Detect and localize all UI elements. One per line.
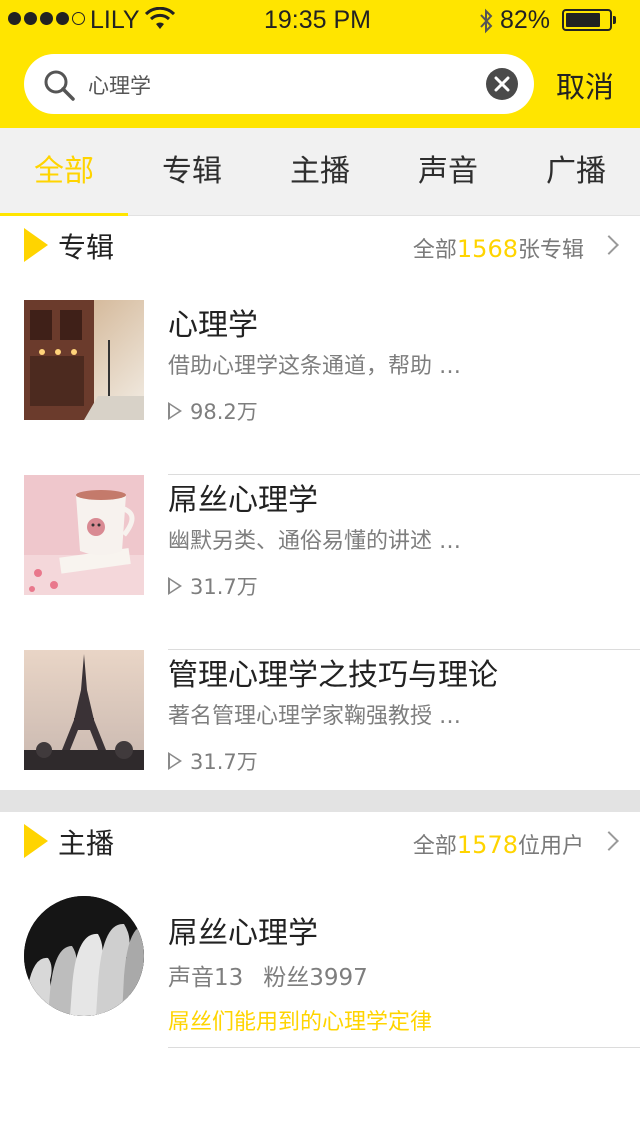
play-icon — [168, 402, 182, 420]
albums-see-all-link[interactable]: 全部1568张专辑 — [413, 232, 584, 264]
section-flag-icon — [24, 824, 48, 858]
anchor-sound-count: 声音13 — [168, 965, 244, 991]
section-separator — [0, 790, 640, 812]
cancel-button[interactable]: 取消 — [556, 64, 614, 106]
search-input[interactable]: 心理学 — [24, 54, 534, 114]
status-bar: LILY 19:35 PM 82% — [0, 0, 640, 40]
section-flag-icon — [24, 228, 48, 262]
album-title: 管理心理学之技巧与理论 — [168, 658, 498, 693]
album-play-count: 31.7万 — [168, 571, 258, 601]
status-time: 19:35 PM — [264, 6, 372, 34]
tab-radio[interactable]: 广播 — [512, 128, 640, 216]
tab-all[interactable]: 全部 — [0, 128, 128, 216]
section-title: 专辑 — [58, 231, 115, 264]
album-list-item[interactable]: 管理心理学之技巧与理论 著名管理心理学家鞠强教授 … 31.7万 — [0, 650, 640, 790]
battery-percent: 82% — [500, 6, 551, 34]
album-play-count: 98.2万 — [168, 396, 258, 426]
anchor-stats: 声音13 粉丝3997 — [168, 958, 368, 992]
chevron-right-icon[interactable] — [599, 831, 619, 851]
album-description: 著名管理心理学家鞠强教授 … — [168, 704, 461, 729]
section-title: 主播 — [58, 827, 115, 860]
anchor-avatar — [24, 896, 144, 1016]
album-title: 屌丝心理学 — [168, 483, 318, 518]
anchor-fan-count: 粉丝3997 — [263, 965, 368, 991]
tab-anchors[interactable]: 主播 — [256, 128, 384, 216]
album-description: 幽默另类、通俗易懂的讲述 … — [168, 529, 461, 554]
album-cover-image — [24, 300, 144, 420]
album-list-item[interactable]: 屌丝心理学 幽默另类、通俗易懂的讲述 … 31.7万 — [0, 475, 640, 650]
album-description: 借助心理学这条通道，帮助 … — [168, 354, 461, 379]
play-icon — [168, 577, 182, 595]
chevron-right-icon[interactable] — [599, 235, 619, 255]
tab-albums[interactable]: 专辑 — [128, 128, 256, 216]
bluetooth-icon — [480, 8, 493, 34]
anchor-name: 屌丝心理学 — [168, 916, 318, 951]
album-list-item[interactable]: 心理学 借助心理学这条通道，帮助 … 98.2万 — [0, 300, 640, 475]
play-icon — [168, 752, 182, 770]
album-cover-image — [24, 475, 144, 595]
search-icon — [44, 70, 75, 101]
signal-dots-icon — [8, 12, 85, 25]
anchor-description: 屌丝们能用到的心理学定律 — [168, 1010, 433, 1035]
tab-sounds[interactable]: 声音 — [384, 128, 512, 216]
clear-icon[interactable] — [486, 68, 518, 100]
anchors-see-all-link[interactable]: 全部1578位用户 — [413, 828, 584, 860]
wifi-icon — [145, 7, 175, 29]
album-cover-image — [24, 650, 144, 770]
row-divider — [168, 1047, 640, 1048]
album-play-count: 31.7万 — [168, 746, 258, 776]
category-tabs: 全部 专辑 主播 声音 广播 — [0, 128, 640, 216]
anchor-list-item[interactable]: 屌丝心理学 声音13 粉丝3997 屌丝们能用到的心理学定律 — [0, 896, 640, 1048]
search-query: 心理学 — [88, 74, 151, 98]
anchors-section-header: 主播 全部1578位用户 — [0, 812, 640, 872]
top-header: LILY 19:35 PM 82% 心理学 取消 — [0, 0, 640, 128]
albums-section-header: 专辑 全部1568张专辑 — [0, 216, 640, 276]
battery-icon — [562, 9, 616, 31]
carrier-name: LILY — [90, 6, 140, 34]
battery-level-fill — [566, 13, 601, 27]
album-title: 心理学 — [168, 308, 258, 343]
